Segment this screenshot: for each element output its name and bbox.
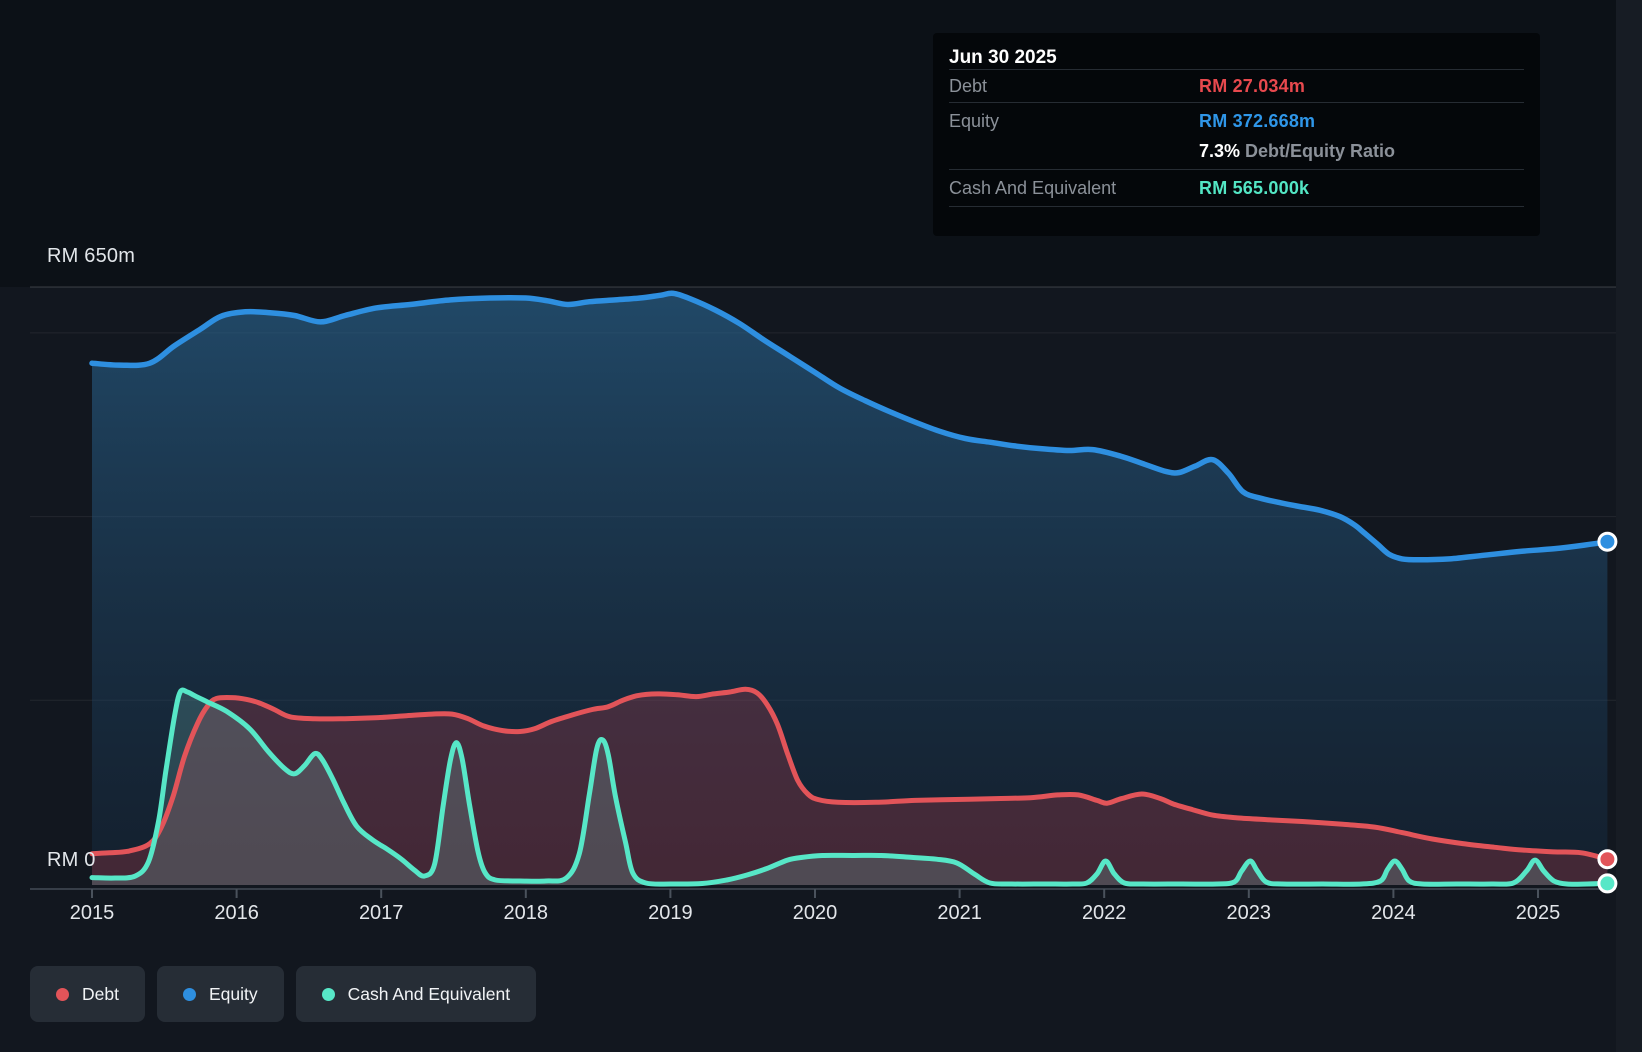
x-axis-label-2018: 2018 xyxy=(503,902,549,924)
equity-endpoint-marker xyxy=(1597,531,1618,552)
x-axis-label-2019: 2019 xyxy=(648,902,693,924)
chart-tooltip: Jun 30 2025 Debt RM 27.034m Equity RM 37… xyxy=(933,33,1540,236)
tooltip-row-cash: Cash And Equivalent RM 565.000k xyxy=(949,170,1524,207)
tooltip-ratio-text: Debt/Equity Ratio xyxy=(1245,141,1396,161)
tooltip-debt-value: RM 27.034m xyxy=(1199,76,1306,96)
x-axis-label-2022: 2022 xyxy=(1081,902,1127,924)
tooltip-row-debt: Debt RM 27.034m xyxy=(949,70,1524,103)
y-axis-zero-label: RM 0 xyxy=(47,849,96,871)
x-axis-label-2021: 2021 xyxy=(937,902,982,924)
x-axis-label-2023: 2023 xyxy=(1226,902,1272,924)
debt-endpoint-marker xyxy=(1597,849,1618,870)
tooltip-cash-value: RM 565.000k xyxy=(1199,178,1310,198)
legend-cash-label: Cash And Equivalent xyxy=(347,983,511,1004)
balance-sheet-history-chart: RM 650m RM 0 2015 2016 2017 2018 2019 2020 202… xyxy=(0,0,1642,1052)
legend-debt-label: Debt xyxy=(82,983,119,1004)
x-axis-label-2017: 2017 xyxy=(358,902,404,924)
tooltip-equity-label: Equity xyxy=(949,111,1000,131)
x-axis-label-2025: 2025 xyxy=(1515,902,1561,924)
tooltip-row-equity: Equity RM 372.668m xyxy=(949,103,1524,136)
tooltip-date: Jun 30 2025 xyxy=(949,33,1524,70)
legend-equity-label: Equity xyxy=(208,983,258,1004)
y-axis-max-label: RM 650m xyxy=(47,245,136,267)
cash-series-dot-icon xyxy=(321,987,335,1001)
x-axis-label-2020: 2020 xyxy=(792,902,838,924)
legend-pill-debt[interactable]: Debt xyxy=(30,966,145,1022)
cash-endpoint-marker xyxy=(1597,873,1618,894)
debt-series-dot-icon xyxy=(56,987,69,1001)
chart-right-margin xyxy=(1616,0,1642,1052)
tooltip-cash-label: Cash And Equivalent xyxy=(949,178,1117,198)
chart-legend: Debt Equity Cash And Equivalent xyxy=(30,966,537,1022)
tooltip-debt-label: Debt xyxy=(949,76,988,96)
equity-series-dot-icon xyxy=(182,987,196,1001)
x-axis-label-2024: 2024 xyxy=(1371,902,1416,924)
legend-pill-equity[interactable]: Equity xyxy=(156,966,284,1022)
tooltip-ratio-value: 7.3% xyxy=(1199,141,1241,161)
x-axis-label-2015: 2015 xyxy=(69,902,115,924)
legend-pill-cash[interactable]: Cash And Equivalent xyxy=(295,966,537,1022)
tooltip-equity-value: RM 372.668m xyxy=(1199,111,1316,131)
x-axis-label-2016: 2016 xyxy=(214,902,259,924)
tooltip-row-ratio: 7.3% Debt/Equity Ratio xyxy=(949,136,1524,170)
